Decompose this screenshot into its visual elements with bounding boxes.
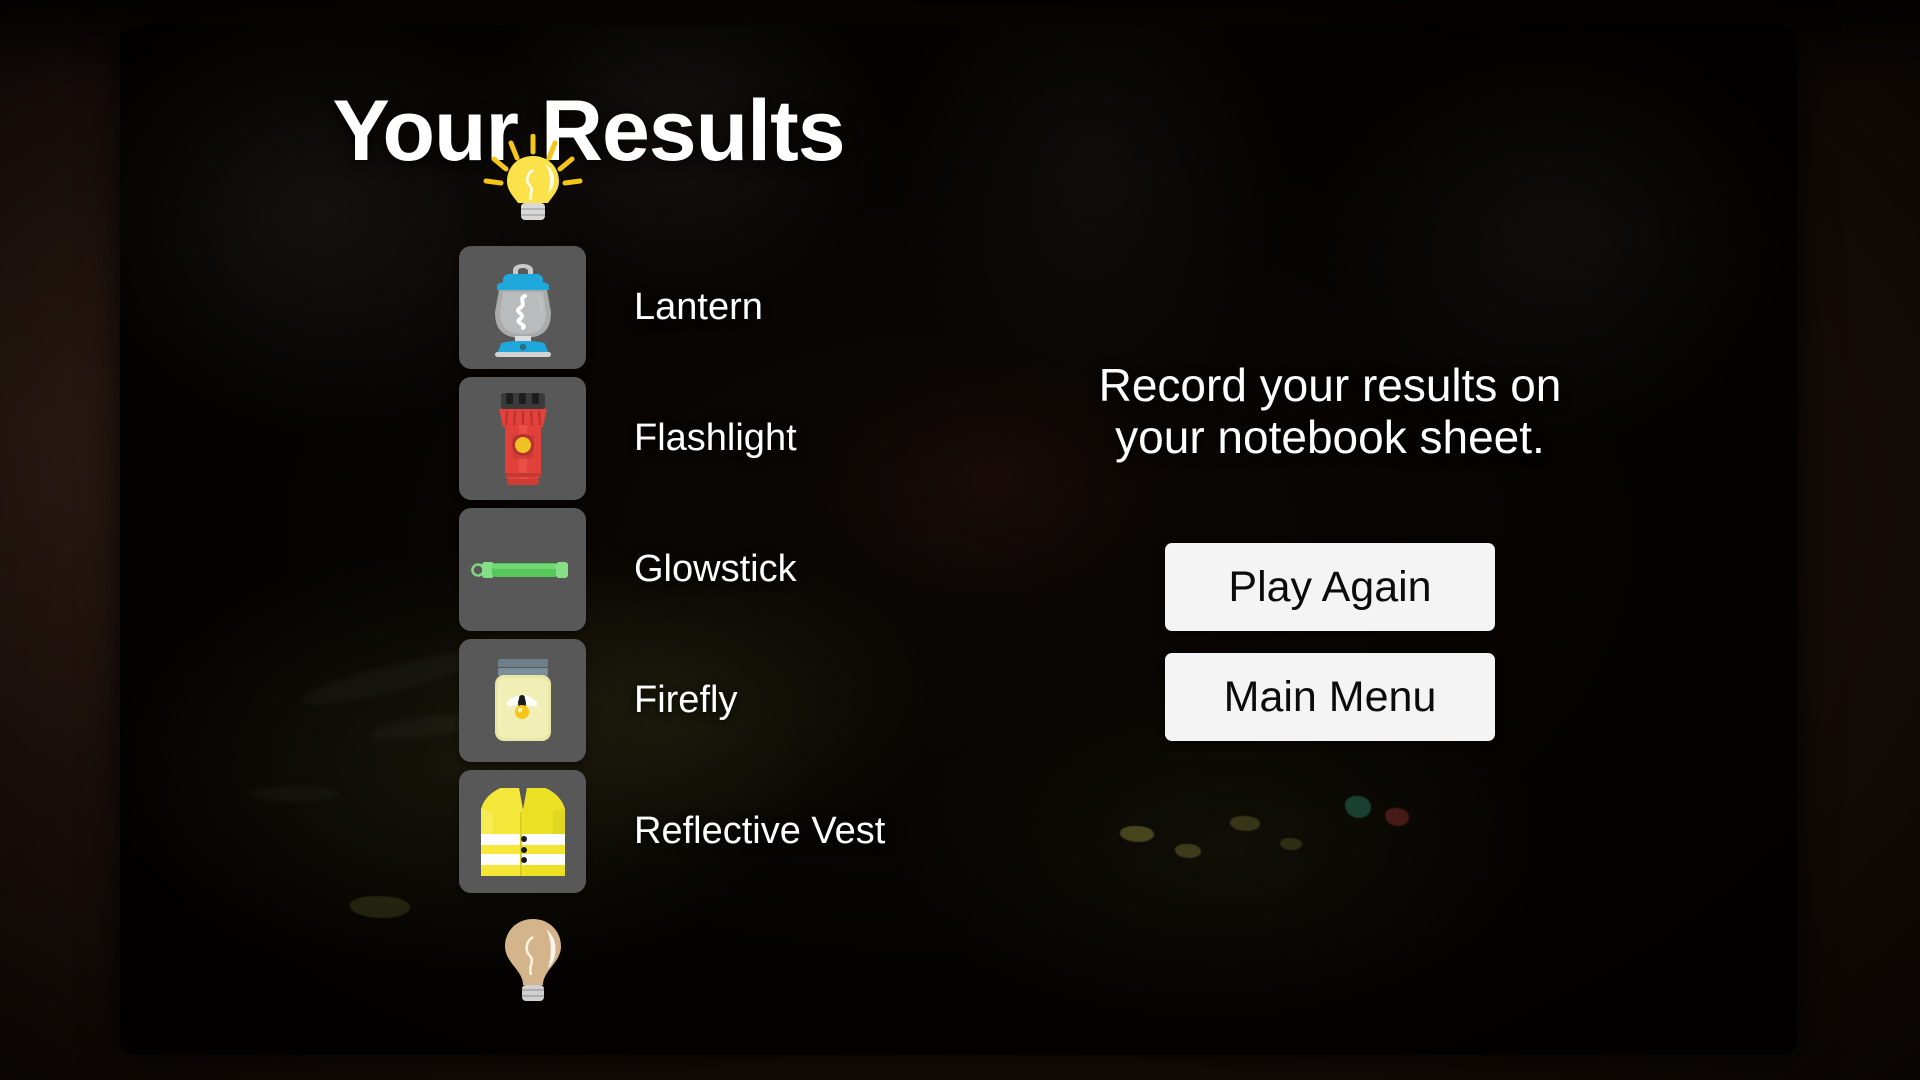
ranking-tile-lantern[interactable] xyxy=(459,246,586,369)
ranking-tile-firefly[interactable] xyxy=(459,639,586,762)
floor-gem-red xyxy=(1385,808,1409,826)
bright-lightbulb-icon xyxy=(479,134,587,238)
reflective-vest-icon xyxy=(480,787,565,876)
ranking-row-4: Firefly xyxy=(459,635,1159,766)
ranking-label-2: Flashlight xyxy=(634,416,797,459)
ranking-list: Lantern Flashlight Glowstick Firefly Ref… xyxy=(459,134,1159,1005)
ranking-label-1: Lantern xyxy=(634,285,763,328)
ranking-label-3: Glowstick xyxy=(634,547,797,590)
ranking-row-1: Lantern xyxy=(459,242,1159,373)
ranking-tile-glowstick[interactable] xyxy=(459,508,586,631)
floor-pebble xyxy=(1175,844,1201,858)
floor-rock xyxy=(250,786,340,802)
glowstick-icon xyxy=(470,561,568,578)
ranking-label-5: Reflective Vest xyxy=(634,809,886,852)
action-buttons: Play Again Main Menu xyxy=(1055,543,1605,742)
ranking-tile-reflective-vest[interactable] xyxy=(459,770,586,893)
play-again-button[interactable]: Play Again xyxy=(1165,543,1495,632)
lantern-icon xyxy=(494,263,551,357)
instruction-text: Record your results on your notebook she… xyxy=(1098,359,1562,463)
ranking-label-4: Firefly xyxy=(634,678,738,721)
brightest-indicator-row xyxy=(459,134,1159,238)
dimmest-indicator-row xyxy=(459,913,1159,1005)
dim-lightbulb-icon xyxy=(479,913,587,1005)
ranking-row-5: Reflective Vest xyxy=(459,766,1159,897)
info-column: Record your results on your notebook she… xyxy=(1055,359,1605,742)
firefly-jar-icon xyxy=(494,658,551,741)
flashlight-icon xyxy=(498,392,547,485)
ranking-tile-flashlight[interactable] xyxy=(459,377,586,500)
floor-pebble xyxy=(1230,816,1260,831)
game-screen: Your Results Lantern Flashlight Glowstic… xyxy=(0,0,1920,1080)
ranking-row-3: Glowstick xyxy=(459,504,1159,635)
ranking-tiles: Lantern Flashlight Glowstick Firefly Ref… xyxy=(459,242,1159,897)
floor-pebble xyxy=(1280,838,1302,850)
floor-gem-green xyxy=(1345,796,1371,818)
ranking-row-2: Flashlight xyxy=(459,373,1159,504)
main-menu-button[interactable]: Main Menu xyxy=(1165,653,1495,742)
